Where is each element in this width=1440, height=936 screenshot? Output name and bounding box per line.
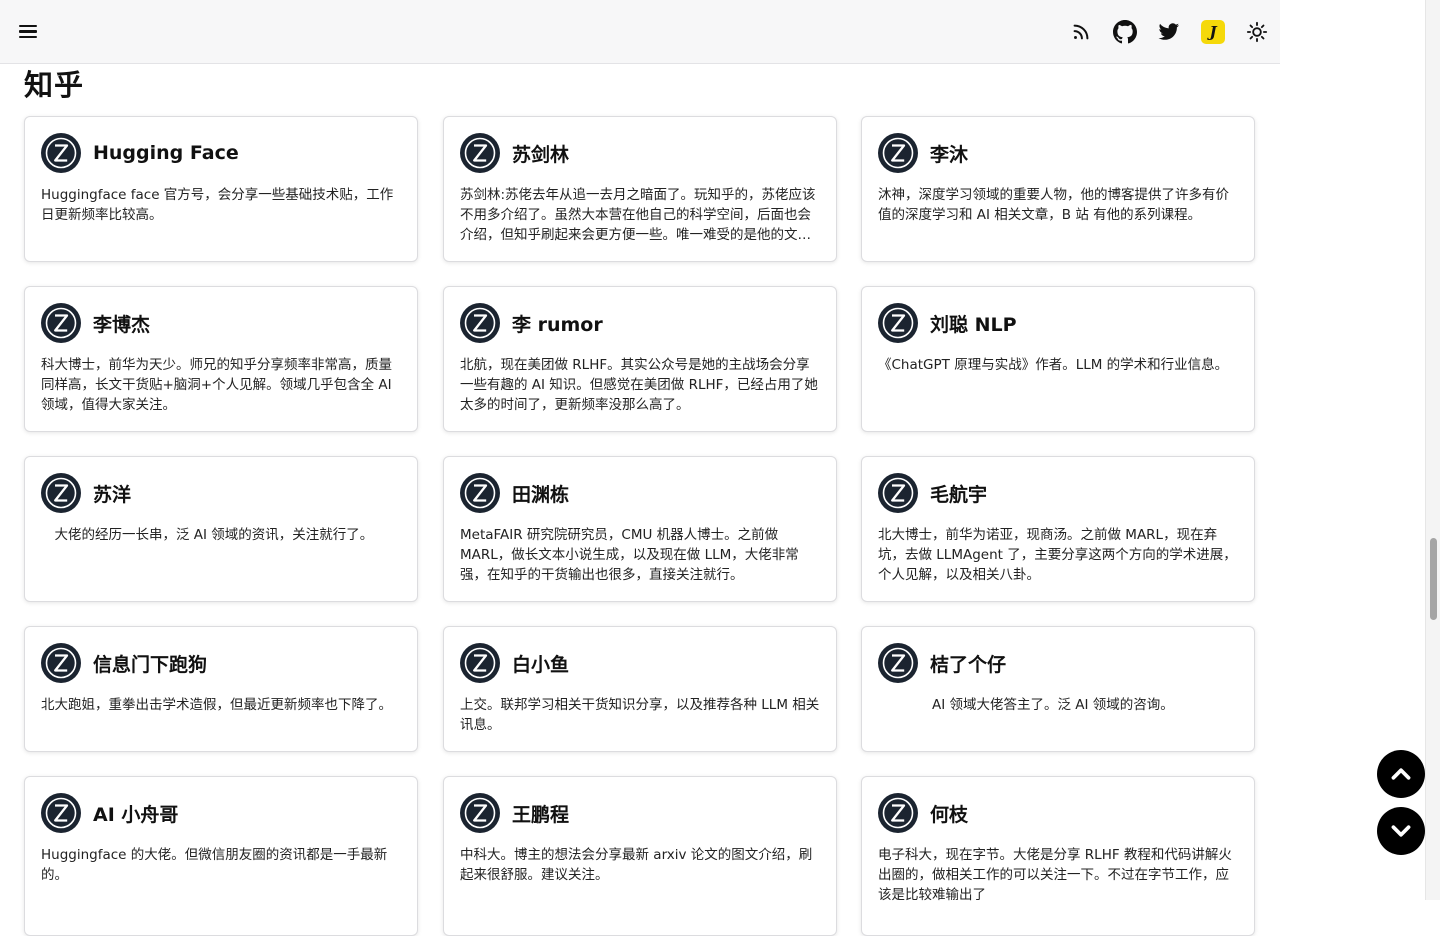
zhihu-avatar-icon [460, 793, 500, 833]
profile-card[interactable]: 李沐 沐神，深度学习领域的重要人物，他的博客提供了许多有价值的深度学习和 AI … [861, 116, 1255, 262]
scroll-to-top-button[interactable] [1377, 750, 1425, 798]
zhihu-avatar-icon [41, 303, 81, 343]
card-description: 北航，现在美团做 RLHF。其实公众号是她的主战场会分享一些有趣的 AI 知识。… [460, 357, 818, 413]
card-description: Huggingface face 官方号，会分享一些基础技术贴，工作日更新频率比… [41, 187, 394, 223]
card-header: 李沐 [878, 133, 1238, 173]
card-header: 苏剑林 [460, 133, 820, 173]
card-description: 《ChatGPT 原理与实战》作者。LLM 的学术和行业信息。 [878, 357, 1229, 373]
card-name: 白小鱼 [512, 653, 570, 676]
profile-card[interactable]: 白小鱼 上交。联邦学习相关干货知识分享，以及推荐各种 LLM 相关讯息。 [443, 626, 837, 752]
zhihu-avatar-icon [460, 643, 500, 683]
card-description: 科大博士，前华为天少。师兄的知乎分享频率非常高，质量同样高，长文干货贴+脑洞+个… [41, 357, 392, 413]
zhihu-avatar-icon [878, 793, 918, 833]
github-icon[interactable] [1112, 19, 1138, 45]
card-description: 苏剑林:苏佬去年从追一去月之暗面了。玩知乎的，苏佬应该不用多介绍了。虽然大本营在… [460, 187, 816, 243]
card-description: MetaFAIR 研究院研究员，CMU 机器人博士。之前做 MARL，做长文本小… [460, 527, 799, 583]
card-header: 刘聪 NLP [878, 303, 1238, 343]
card-name: 田渊栋 [512, 483, 570, 506]
card-description: 大佬的经历一长串，泛 AI 领域的资讯，关注就行了。 [41, 527, 374, 543]
j-badge-icon[interactable]: J [1200, 19, 1226, 45]
card-description: 北大博士，前华为诺亚，现商汤。之前做 MARL，现在弃坑，去做 LLMAgent… [878, 527, 1237, 583]
card-description: 中科大。博主的想法会分享最新 arxiv 论文的图文介绍，刷起来很舒服。建议关注… [460, 847, 813, 883]
card-header: 信息门下跑狗 [41, 643, 401, 683]
profile-card[interactable]: 苏洋 大佬的经历一长串，泛 AI 领域的资讯，关注就行了。 [24, 456, 418, 602]
card-name: 苏洋 [93, 483, 132, 506]
card-name: 李沐 [930, 143, 969, 166]
profile-card[interactable]: 李博杰 科大博士，前华为天少。师兄的知乎分享频率非常高，质量同样高，长文干货贴+… [24, 286, 418, 432]
zhihu-avatar-icon [41, 643, 81, 683]
card-name: 桔了个仔 [930, 653, 1007, 676]
rss-icon[interactable] [1068, 19, 1094, 45]
chevron-down-icon [1391, 825, 1411, 837]
profile-card[interactable]: 毛航宇 北大博士，前华为诺亚，现商汤。之前做 MARL，现在弃坑，去做 LLMA… [861, 456, 1255, 602]
profile-card[interactable]: 桔了个仔 AI 领域大佬答主了。泛 AI 领域的咨询。 [861, 626, 1255, 752]
card-description: 上交。联邦学习相关干货知识分享，以及推荐各种 LLM 相关讯息。 [460, 697, 820, 733]
card-name: AI 小舟哥 [93, 803, 179, 826]
card-header: 田渊栋 [460, 473, 820, 513]
zhihu-avatar-icon [41, 793, 81, 833]
card-description: 北大跑姐，重拳出击学术造假，但最近更新频率也下降了。 [41, 697, 392, 713]
section-title: 知乎 [24, 68, 85, 102]
card-header: 何枝 [878, 793, 1238, 833]
card-name: 李 rumor [512, 313, 603, 336]
profile-card[interactable]: 王鹏程 中科大。博主的想法会分享最新 arxiv 论文的图文介绍，刷起来很舒服。… [443, 776, 837, 936]
profile-card[interactable]: AI 小舟哥 Huggingface 的大佬。但微信朋友圈的资讯都是一手最新的。 [24, 776, 418, 936]
zhihu-avatar-icon [878, 643, 918, 683]
card-description: AI 领域大佬答主了。泛 AI 领域的咨询。 [878, 697, 1174, 713]
scroll-to-bottom-button[interactable] [1377, 807, 1425, 855]
zhihu-avatar-icon [878, 303, 918, 343]
card-name: 李博杰 [93, 313, 151, 336]
card-name: 刘聪 NLP [930, 313, 1017, 336]
zhihu-avatar-icon [460, 133, 500, 173]
card-description: Huggingface 的大佬。但微信朋友圈的资讯都是一手最新的。 [41, 847, 388, 883]
card-name: 信息门下跑狗 [93, 653, 208, 676]
profile-card[interactable]: 李 rumor 北航，现在美团做 RLHF。其实公众号是她的主战场会分享一些有趣… [443, 286, 837, 432]
sun-icon[interactable] [1244, 19, 1270, 45]
profile-card[interactable]: 刘聪 NLP 《ChatGPT 原理与实战》作者。LLM 的学术和行业信息。 [861, 286, 1255, 432]
card-header: 苏洋 [41, 473, 401, 513]
header-icon-group: J [1050, 19, 1270, 45]
twitter-icon[interactable] [1156, 19, 1182, 45]
zhihu-avatar-icon [878, 473, 918, 513]
card-name: 苏剑林 [512, 143, 570, 166]
j-badge-letter: J [1201, 20, 1225, 44]
card-header: 桔了个仔 [878, 643, 1238, 683]
profile-card[interactable]: 信息门下跑狗 北大跑姐，重拳出击学术造假，但最近更新频率也下降了。 [24, 626, 418, 752]
profile-card[interactable]: 何枝 电子科大，现在字节。大佬是分享 RLHF 教程和代码讲解火出圈的，做相关工… [861, 776, 1255, 936]
card-header: AI 小舟哥 [41, 793, 401, 833]
profile-card[interactable]: 苏剑林 苏剑林:苏佬去年从追一去月之暗面了。玩知乎的，苏佬应该不用多介绍了。虽然… [443, 116, 837, 262]
chevron-up-icon [1391, 768, 1411, 780]
card-header: 王鹏程 [460, 793, 820, 833]
zhihu-avatar-icon [460, 303, 500, 343]
card-header: Hugging Face [41, 133, 401, 173]
scrollbar[interactable] [1425, 0, 1440, 900]
zhihu-avatar-icon [41, 473, 81, 513]
top-bar: J [0, 0, 1280, 64]
card-header: 毛航宇 [878, 473, 1238, 513]
zhihu-avatar-icon [878, 133, 918, 173]
hamburger-menu-icon[interactable] [19, 22, 37, 42]
card-name: Hugging Face [93, 142, 239, 164]
card-name: 何枝 [930, 803, 969, 826]
card-header: 李 rumor [460, 303, 820, 343]
zhihu-avatar-icon [460, 473, 500, 513]
zhihu-avatar-icon [41, 133, 81, 173]
card-name: 王鹏程 [512, 803, 570, 826]
scrollbar-thumb[interactable] [1430, 538, 1437, 620]
card-header: 李博杰 [41, 303, 401, 343]
profile-card[interactable]: 田渊栋 MetaFAIR 研究院研究员，CMU 机器人博士。之前做 MARL，做… [443, 456, 837, 602]
card-header: 白小鱼 [460, 643, 820, 683]
card-description: 沐神，深度学习领域的重要人物，他的博客提供了许多有价值的深度学习和 AI 相关文… [878, 187, 1229, 223]
card-name: 毛航宇 [930, 483, 988, 506]
profile-card[interactable]: Hugging Face Huggingface face 官方号，会分享一些基… [24, 116, 418, 262]
card-description: 电子科大，现在字节。大佬是分享 RLHF 教程和代码讲解火出圈的，做相关工作的可… [878, 847, 1232, 903]
